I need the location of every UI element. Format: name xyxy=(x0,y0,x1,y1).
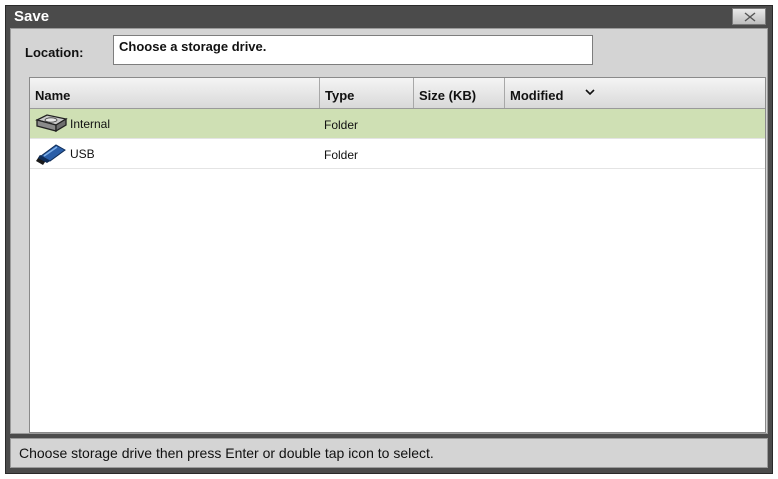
column-header-type[interactable]: Type xyxy=(320,78,414,108)
file-row-usb[interactable]: USB Folder xyxy=(30,139,765,169)
file-row-internal[interactable]: Internal Folder xyxy=(30,109,765,139)
close-icon xyxy=(744,12,756,22)
chevron-down-icon xyxy=(585,89,595,96)
file-name: USB xyxy=(70,147,95,161)
hard-drive-icon xyxy=(35,114,68,133)
file-list: Name Type Size (KB) Modified Internal Fo… xyxy=(29,77,766,433)
save-dialog: Save Location: Choose a storage drive. N… xyxy=(5,5,773,474)
column-header-modified-label: Modified xyxy=(510,88,564,103)
close-button[interactable] xyxy=(732,8,766,25)
file-type: Folder xyxy=(324,148,359,162)
location-field[interactable]: Choose a storage drive. xyxy=(113,35,593,65)
list-header: Name Type Size (KB) Modified xyxy=(30,78,765,109)
usb-drive-icon xyxy=(36,144,66,165)
title-bar[interactable]: Save xyxy=(6,6,772,28)
column-header-modified[interactable]: Modified xyxy=(505,78,765,108)
column-header-name[interactable]: Name xyxy=(30,78,320,108)
dialog-body: Location: Choose a storage drive. Name T… xyxy=(10,28,768,434)
column-header-size[interactable]: Size (KB) xyxy=(414,78,505,108)
location-label: Location: xyxy=(25,45,84,60)
window-title: Save xyxy=(14,8,50,25)
status-bar: Choose storage drive then press Enter or… xyxy=(10,438,768,468)
file-name: Internal xyxy=(70,117,111,131)
file-type: Folder xyxy=(324,118,359,132)
